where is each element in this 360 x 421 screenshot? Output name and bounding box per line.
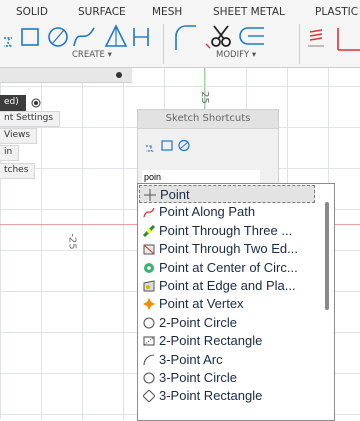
result-item-label: Point at Edge and Pla... <box>159 278 296 293</box>
result-item-label: 2-Point Circle <box>159 314 238 330</box>
sketch-shortcuts-title: Sketch Shortcuts <box>138 110 278 129</box>
result-item[interactable]: Point at Edge and Pla... <box>139 277 315 295</box>
result-item-label: Point Along Path <box>159 204 256 220</box>
sketch-shortcuts-panel: Sketch Shortcuts <box>137 109 279 193</box>
tab-mesh[interactable]: MESH <box>152 6 182 18</box>
tab-sheet-metal[interactable]: SHEET METAL <box>213 6 285 18</box>
point-through-three-icon <box>143 224 155 237</box>
ribbon-separator <box>163 24 164 64</box>
toolbar-ribbon: SOLID SURFACE MESH SHEET METAL PLASTIC C… <box>0 0 360 68</box>
result-item-label: Point Through Two Ed... <box>159 241 298 257</box>
result-item[interactable]: 3-Point Rectangle <box>139 387 315 405</box>
browser-header <box>0 68 132 83</box>
result-item-label: 3-Point Rectangle <box>159 388 263 404</box>
arc-icon <box>143 354 155 365</box>
result-item[interactable]: Point <box>139 185 315 203</box>
plastic-tools-icon[interactable] <box>306 24 360 54</box>
modify-tools-icon[interactable] <box>170 24 266 52</box>
browser-item-active[interactable]: ed) <box>0 95 41 111</box>
radio-active-icon[interactable] <box>31 98 41 108</box>
point-along-path-icon <box>143 208 155 218</box>
circle-icon <box>143 317 155 329</box>
result-item-label: 2-Point Rectangle <box>159 333 263 349</box>
result-item-label: 3-Point Circle <box>159 370 238 385</box>
ribbon-separator <box>299 24 300 64</box>
point-at-edge-plane-icon <box>143 280 155 292</box>
point-at-center-icon <box>144 262 154 273</box>
tab-plastic[interactable]: PLASTIC <box>315 6 358 18</box>
result-item-label: 3-Point Arc <box>159 351 223 367</box>
rectangle-3pt-icon <box>143 390 155 403</box>
result-item-label: Point at Vertex <box>159 296 244 312</box>
browser-panel: ed) nt Settings Views in tches <box>0 68 132 184</box>
circle-icon <box>143 372 155 384</box>
create-tools-icon[interactable] <box>2 24 152 50</box>
point-at-vertex-icon <box>143 298 155 311</box>
point-through-two-edges-icon <box>143 244 155 255</box>
scrollbar-thumb[interactable] <box>325 202 329 310</box>
create-menu[interactable]: CREATE ▾ <box>72 50 112 60</box>
dimension-label-top: 25 <box>198 91 210 104</box>
tab-surface[interactable]: SURFACE <box>78 6 126 18</box>
result-item[interactable]: 2-Point Rectangle <box>139 332 315 350</box>
point-icon <box>144 189 156 201</box>
collapse-dot-icon[interactable] <box>114 71 124 79</box>
result-item-label: Point <box>160 187 190 202</box>
result-item[interactable]: Point Through Three ... <box>139 222 315 240</box>
dimension-label-left: -25 <box>66 233 78 250</box>
shortcut-tools-icon[interactable] <box>144 138 204 152</box>
result-item[interactable]: 3-Point Arc <box>139 351 315 369</box>
browser-item-settings[interactable]: nt Settings <box>0 111 61 127</box>
result-item[interactable]: 3-Point Circle <box>139 369 315 387</box>
result-item-label: Point Through Three ... <box>159 222 293 238</box>
tab-solid[interactable]: SOLID <box>16 6 48 18</box>
browser-item-origin[interactable]: in <box>0 145 20 161</box>
result-item[interactable]: Point at Center of Circ... <box>139 259 315 277</box>
result-item[interactable]: Point at Vertex <box>139 295 315 313</box>
result-item[interactable]: Point Through Two Ed... <box>139 240 315 258</box>
rectangle-icon <box>143 336 155 346</box>
search-results-list: Point Point Along Path Point Through Three… <box>137 183 335 421</box>
modify-menu[interactable]: MODIFY ▾ <box>216 50 256 60</box>
result-item[interactable]: Point Along Path <box>139 203 315 221</box>
browser-item-sketches[interactable]: tches <box>0 163 36 179</box>
result-item[interactable]: 2-Point Circle <box>139 314 315 332</box>
result-item-label: Point at Center of Circ... <box>159 259 298 275</box>
browser-item-views[interactable]: Views <box>0 128 38 144</box>
